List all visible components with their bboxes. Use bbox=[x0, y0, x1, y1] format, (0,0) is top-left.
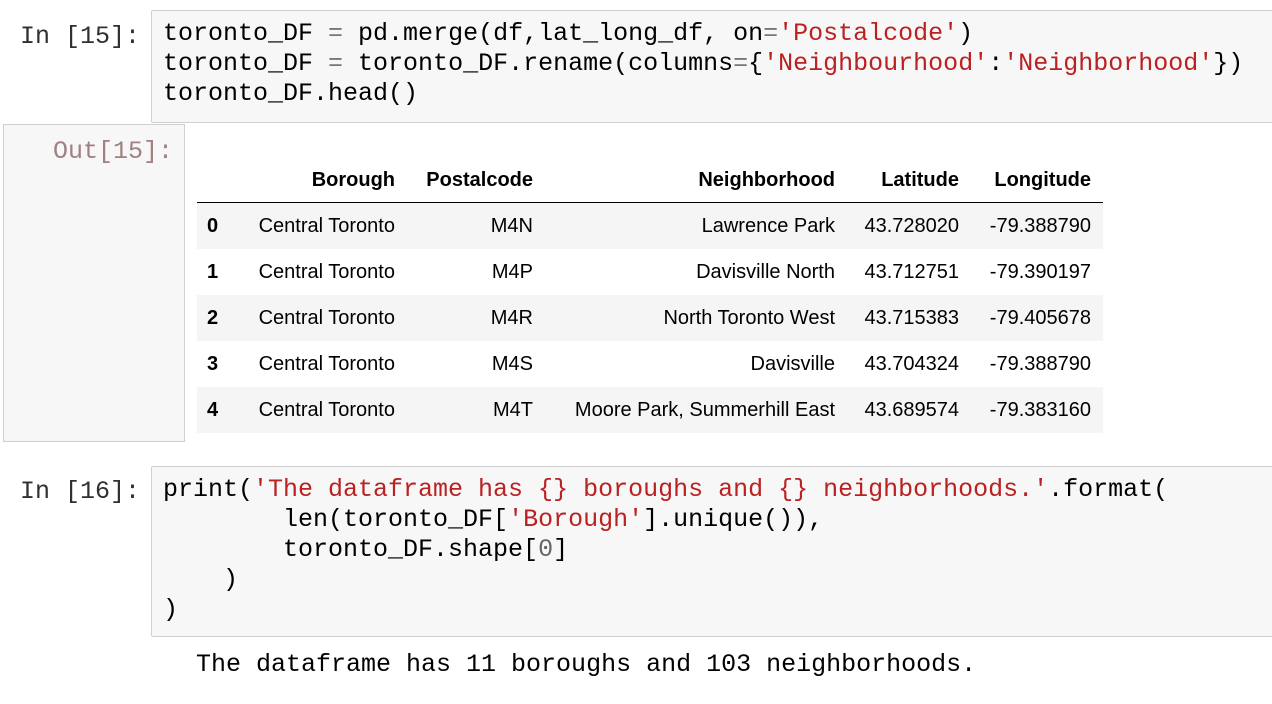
cell-15-output-prompt-area[interactable] bbox=[3, 124, 185, 442]
table-row: 1 Central Toronto M4P Davisville North 43.71… bbox=[197, 249, 1103, 295]
code-line: len(toronto_DF['Borough'].unique()), bbox=[163, 505, 824, 534]
table-cell: 43.712751 bbox=[864, 260, 959, 283]
cell-16-stdout: The dataframe has 11 boroughs and 103 ne… bbox=[196, 650, 977, 679]
table-cell: Davisville North bbox=[696, 260, 835, 283]
table-cell: M4P bbox=[491, 260, 533, 283]
cell-16-code-editor[interactable]: print('The dataframe has {} boroughs and… bbox=[151, 466, 1272, 637]
code-line: toronto_DF.head() bbox=[163, 79, 419, 108]
table-cell: 43.689574 bbox=[864, 398, 959, 421]
table-cell: Moore Park, Summerhill East bbox=[574, 398, 835, 421]
row-index: 0 bbox=[207, 214, 219, 237]
cell-15-input-prompt: In [15]: bbox=[20, 22, 141, 51]
table-row: 4 Central Toronto M4T Moore Park, Summerhil… bbox=[197, 387, 1103, 433]
cell-15-output-prompt: Out[15]: bbox=[53, 137, 174, 166]
table-cell: Lawrence Park bbox=[701, 214, 835, 237]
table-cell: -79.383160 bbox=[989, 398, 1091, 421]
table-cell: Central Toronto bbox=[258, 260, 395, 283]
table-cell: -79.405678 bbox=[989, 306, 1091, 329]
table-cell: 43.728020 bbox=[864, 214, 959, 237]
cell-15-code-editor[interactable]: toronto_DF = pd.merge(df,lat_long_df, on… bbox=[151, 10, 1272, 123]
table-cell: Central Toronto bbox=[258, 214, 395, 237]
table-cell: Davisville bbox=[750, 352, 835, 375]
code-line: toronto_DF.shape[0] bbox=[163, 535, 569, 564]
table-header-row: Borough Postalcode Neighborhood Latitude… bbox=[197, 158, 1103, 203]
table-cell: Central Toronto bbox=[258, 306, 395, 329]
table-row: 2 Central Toronto M4R North Toronto West 43.… bbox=[197, 295, 1103, 341]
code-line: ) bbox=[163, 565, 239, 594]
code-line: print('The dataframe has {} boroughs and… bbox=[163, 475, 1169, 504]
row-index: 1 bbox=[207, 260, 219, 283]
dataframe-table: Borough Postalcode Neighborhood Latitude… bbox=[197, 158, 1103, 433]
table-cell: M4S bbox=[491, 352, 533, 375]
table-cell: Central Toronto bbox=[258, 398, 395, 421]
index-header bbox=[197, 158, 235, 203]
table-cell: North Toronto West bbox=[663, 306, 835, 329]
row-index: 3 bbox=[207, 352, 219, 375]
column-header-postalcode: Postalcode bbox=[426, 168, 533, 191]
code-line: toronto_DF = toronto_DF.rename(columns={… bbox=[163, 49, 1244, 78]
column-header-latitude: Latitude bbox=[881, 168, 959, 191]
row-index: 2 bbox=[207, 306, 219, 329]
table-cell: 43.715383 bbox=[864, 306, 959, 329]
table-row: 0 Central Toronto M4N Lawrence Park 43.72802… bbox=[197, 202, 1103, 249]
column-header-borough: Borough bbox=[311, 168, 395, 191]
table-cell: 43.704324 bbox=[864, 352, 959, 375]
table-cell: -79.388790 bbox=[989, 352, 1091, 375]
code-line: toronto_DF = pd.merge(df,lat_long_df, on… bbox=[163, 19, 974, 48]
column-header-neighborhood: Neighborhood bbox=[698, 168, 835, 191]
table-cell: -79.388790 bbox=[989, 214, 1091, 237]
table-cell: M4R bbox=[490, 306, 533, 329]
code-line: ) bbox=[163, 595, 179, 624]
table-cell: -79.390197 bbox=[989, 260, 1091, 283]
column-header-longitude: Longitude bbox=[994, 168, 1091, 191]
cell-16-input-prompt: In [16]: bbox=[20, 477, 141, 506]
row-index: 4 bbox=[207, 398, 219, 421]
table-cell: Central Toronto bbox=[258, 352, 395, 375]
table-row: 3 Central Toronto M4S Davisville 43.704324 -7… bbox=[197, 341, 1103, 387]
table-cell: M4T bbox=[493, 398, 533, 421]
table-cell: M4N bbox=[490, 214, 533, 237]
